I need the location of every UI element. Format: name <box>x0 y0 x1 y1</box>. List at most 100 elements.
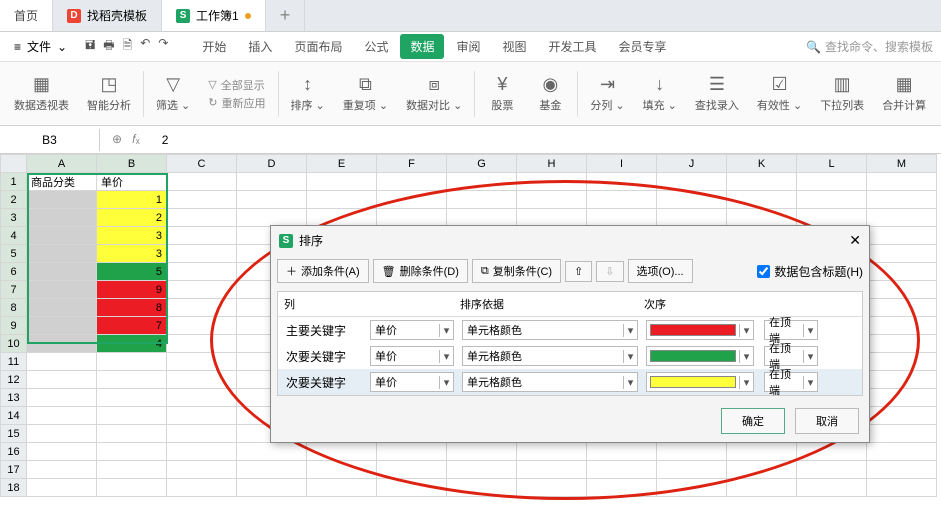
cell[interactable] <box>167 389 237 407</box>
col-header[interactable]: I <box>587 155 657 173</box>
cell[interactable] <box>727 479 797 497</box>
cell[interactable] <box>97 407 167 425</box>
validation-button[interactable]: ☑有效性 ⌄ <box>749 72 810 115</box>
cell[interactable] <box>167 479 237 497</box>
cell[interactable] <box>727 461 797 479</box>
cell[interactable] <box>237 191 307 209</box>
row-header[interactable]: 4 <box>1 227 27 245</box>
cell[interactable] <box>587 191 657 209</box>
show-all-button[interactable]: ▽全部显示 <box>208 77 265 93</box>
cell[interactable] <box>97 389 167 407</box>
sort-rule-row[interactable]: 次要关键字 单价▾ 单元格颜色▾ ▾ 在顶端▾ <box>278 369 862 395</box>
col-header[interactable]: G <box>447 155 517 173</box>
findrec-button[interactable]: ☰查找录入 <box>687 72 747 115</box>
stock-button[interactable]: ¥股票 <box>479 72 525 115</box>
cell[interactable] <box>97 443 167 461</box>
row-header[interactable]: 16 <box>1 443 27 461</box>
col-header[interactable]: E <box>307 155 377 173</box>
row-header[interactable]: 10 <box>1 335 27 353</box>
cell[interactable] <box>867 389 937 407</box>
add-condition-button[interactable]: ＋ 添加条件(A) <box>277 259 369 283</box>
combo[interactable]: 单价▾ <box>370 372 454 392</box>
col-header[interactable]: J <box>657 155 727 173</box>
tab-member[interactable]: 会员专享 <box>609 34 677 59</box>
cell[interactable]: 7 <box>97 317 167 335</box>
row-header[interactable]: 9 <box>1 317 27 335</box>
cell[interactable] <box>167 245 237 263</box>
row-header[interactable]: 2 <box>1 191 27 209</box>
search-input[interactable]: 🔍查找命令、搜索模板 <box>806 38 933 55</box>
cell[interactable] <box>447 479 517 497</box>
cell[interactable] <box>587 173 657 191</box>
split-button[interactable]: ⇥分列 ⌄ <box>582 72 632 115</box>
cell[interactable] <box>167 281 237 299</box>
cell[interactable] <box>167 209 237 227</box>
cell[interactable] <box>867 443 937 461</box>
cell[interactable] <box>27 479 97 497</box>
cell[interactable] <box>27 263 97 281</box>
cell[interactable] <box>307 191 377 209</box>
tab-formula[interactable]: 公式 <box>354 34 398 59</box>
cell[interactable] <box>237 209 307 227</box>
cell[interactable] <box>167 425 237 443</box>
tab-review[interactable]: 审阅 <box>446 34 490 59</box>
cell[interactable] <box>27 335 97 353</box>
cell[interactable] <box>237 443 307 461</box>
new-tab-button[interactable]: + <box>266 0 306 31</box>
pivot-button[interactable]: ▦数据透视表 <box>6 72 77 115</box>
cell[interactable] <box>517 461 587 479</box>
cell[interactable]: 单价 <box>97 173 167 191</box>
row-header[interactable]: 14 <box>1 407 27 425</box>
cell[interactable] <box>97 479 167 497</box>
cell[interactable] <box>167 263 237 281</box>
tab-data[interactable]: 数据 <box>400 34 444 59</box>
cell[interactable] <box>27 191 97 209</box>
close-icon[interactable]: ✕ <box>849 232 861 249</box>
cell[interactable] <box>377 209 447 227</box>
cell[interactable] <box>797 173 867 191</box>
cell[interactable] <box>727 443 797 461</box>
cell[interactable] <box>797 461 867 479</box>
cell[interactable] <box>867 227 937 245</box>
cell[interactable]: 3 <box>97 227 167 245</box>
combo[interactable]: 单价▾ <box>370 320 454 340</box>
fund-button[interactable]: ◉基金 <box>527 72 573 115</box>
cell[interactable] <box>307 209 377 227</box>
cell[interactable] <box>97 425 167 443</box>
move-down-button[interactable]: ⇩ <box>596 261 623 282</box>
ok-button[interactable]: 确定 <box>721 408 785 434</box>
combo[interactable]: 在顶端▾ <box>764 372 818 392</box>
col-header[interactable]: H <box>517 155 587 173</box>
combo[interactable]: 在顶端▾ <box>764 320 818 340</box>
cell[interactable] <box>867 299 937 317</box>
cell[interactable] <box>587 479 657 497</box>
row-header[interactable]: 12 <box>1 371 27 389</box>
cell[interactable] <box>97 371 167 389</box>
cell[interactable] <box>167 407 237 425</box>
move-up-button[interactable]: ⇧ <box>565 261 592 282</box>
cell[interactable] <box>587 209 657 227</box>
cell[interactable] <box>447 191 517 209</box>
cell[interactable]: 9 <box>97 281 167 299</box>
color-combo[interactable]: ▾ <box>646 320 754 340</box>
cell[interactable] <box>867 209 937 227</box>
tab-view[interactable]: 视图 <box>493 34 537 59</box>
cell[interactable] <box>657 479 727 497</box>
cell[interactable] <box>517 443 587 461</box>
row-header[interactable]: 13 <box>1 389 27 407</box>
cell[interactable] <box>377 173 447 191</box>
cell[interactable] <box>27 389 97 407</box>
cell[interactable] <box>657 191 727 209</box>
cell[interactable] <box>27 461 97 479</box>
cell[interactable] <box>167 191 237 209</box>
duplicates-button[interactable]: ⧉重复项 ⌄ <box>335 72 396 115</box>
col-header[interactable]: A <box>27 155 97 173</box>
cell[interactable] <box>797 479 867 497</box>
tab-dev[interactable]: 开发工具 <box>539 34 607 59</box>
col-header[interactable]: F <box>377 155 447 173</box>
cell[interactable]: 1 <box>97 191 167 209</box>
cell[interactable] <box>447 209 517 227</box>
sort-button[interactable]: ↕排序 ⌄ <box>283 72 333 115</box>
copy-condition-button[interactable]: ⧉ 复制条件(C) <box>472 259 561 283</box>
color-combo[interactable]: ▾ <box>646 346 754 366</box>
